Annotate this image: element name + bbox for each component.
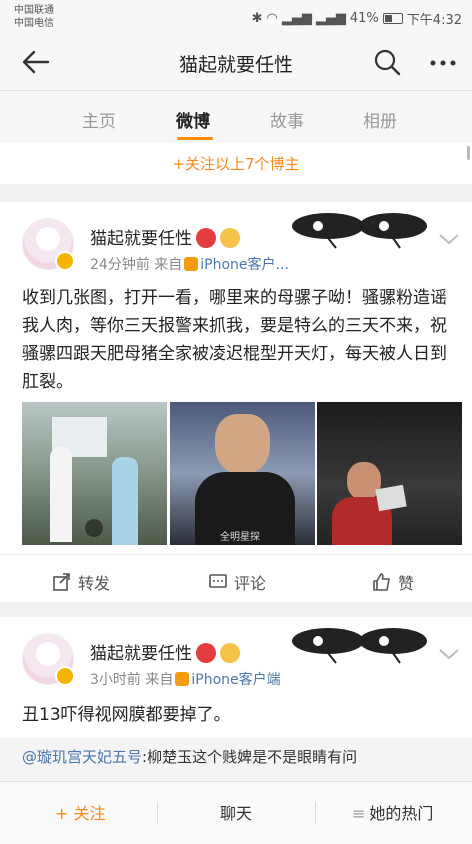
carrier-info: 中国联通 中国电信 bbox=[14, 4, 54, 30]
post-meta: 3小时前 来自 iPhone客户端 bbox=[90, 669, 281, 689]
fox-icon bbox=[175, 672, 190, 686]
avatar[interactable] bbox=[22, 218, 75, 271]
image-1-figure-2 bbox=[112, 457, 138, 545]
more-icon[interactable] bbox=[428, 48, 458, 78]
status-bar: 中国联通 中国电信 ✱ ◠ ▂▄▆ ▂▄▆ 41% 下午4:32 bbox=[0, 0, 472, 34]
decoration-sticker-icon bbox=[292, 213, 427, 249]
tab-home[interactable]: 主页 bbox=[82, 107, 116, 132]
divider bbox=[157, 802, 158, 824]
active-tab-indicator bbox=[177, 137, 213, 140]
repost-user[interactable]: @璇玑宫天妃五号 bbox=[22, 748, 142, 766]
tab-story[interactable]: 故事 bbox=[270, 107, 304, 132]
repost-icon bbox=[53, 573, 70, 591]
carrier-2: 中国电信 bbox=[14, 18, 54, 29]
fox-icon bbox=[184, 257, 199, 271]
scrollbar[interactable] bbox=[467, 146, 470, 160]
post-card: 猫起就要任性 24分钟前 来自 iPhone客户... 收到几张图，打开一看，哪里… bbox=[0, 202, 472, 602]
signal-2-icon: ▂▄▆ bbox=[315, 11, 346, 26]
list-icon: ≡ bbox=[352, 804, 366, 823]
follow-button[interactable]: + 关注 bbox=[55, 800, 106, 824]
username-text: 猫起就要任性 bbox=[90, 229, 192, 249]
from-label: 来自 bbox=[154, 257, 183, 273]
member-badge-icon bbox=[196, 228, 216, 248]
nav-bar: 猫起就要任性 bbox=[0, 34, 472, 91]
repost-line: @璇玑宫天妃五号:柳楚玉这个贱婢是不是眼睛有问 bbox=[22, 746, 357, 767]
bottom-action-bar: + 关注 聊天 ≡ 她的热门 bbox=[0, 781, 472, 844]
thumbs-up-icon bbox=[373, 573, 390, 591]
status-icons: ✱ ◠ ▂▄▆ ▂▄▆ 41% 下午4:32 bbox=[252, 9, 462, 28]
bluetooth-icon: ✱ bbox=[251, 11, 263, 26]
verified-badge bbox=[55, 666, 75, 686]
carrier-1: 中国联通 bbox=[14, 5, 54, 16]
level-badge-icon bbox=[220, 643, 240, 663]
chevron-down-icon[interactable] bbox=[438, 232, 460, 246]
post-source[interactable]: iPhone客户... bbox=[200, 257, 289, 273]
post-actions: 转发 评论 赞 bbox=[0, 554, 472, 607]
post-image-2[interactable]: 全明星探 bbox=[170, 402, 315, 545]
image-2-face bbox=[215, 414, 270, 474]
battery-icon bbox=[382, 13, 403, 24]
follow-strip-label: +关注以上7个博主 bbox=[172, 155, 300, 173]
hot-posts-button[interactable]: ≡ 她的热门 bbox=[352, 800, 433, 824]
image-3-paper bbox=[375, 484, 407, 512]
post-time: 24分钟前 bbox=[90, 257, 150, 273]
decoration-sticker-icon bbox=[292, 628, 427, 664]
profile-tabs: 主页 微博 故事 相册 bbox=[0, 91, 472, 143]
chat-button[interactable]: 聊天 bbox=[220, 800, 252, 824]
like-button[interactable]: 赞 bbox=[372, 570, 414, 594]
post-text: 收到几张图，打开一看，哪里来的母骡子呦！骚骡粉造谣我人肉，等你三天报警来抓我，要… bbox=[22, 288, 447, 392]
reposted-content[interactable]: @璇玑宫天妃五号:柳楚玉这个贱婢是不是眼睛有问 bbox=[0, 738, 472, 784]
repost-button[interactable]: 转发 bbox=[52, 570, 110, 594]
avatar[interactable] bbox=[22, 633, 75, 686]
post-username[interactable]: 猫起就要任性 bbox=[90, 224, 240, 249]
tab-album[interactable]: 相册 bbox=[363, 107, 397, 132]
post-image-3[interactable] bbox=[317, 402, 462, 545]
battery-percent: 41% bbox=[349, 11, 379, 26]
like-label: 赞 bbox=[398, 574, 415, 593]
post-username[interactable]: 猫起就要任性 bbox=[90, 639, 240, 664]
play-icon[interactable] bbox=[85, 519, 103, 537]
comment-icon bbox=[209, 574, 227, 588]
repost-text: :柳楚玉这个贱婢是不是眼睛有问 bbox=[142, 748, 358, 766]
wifi-icon: ◠ bbox=[266, 11, 278, 26]
comment-label: 评论 bbox=[234, 574, 267, 593]
member-badge-icon bbox=[196, 643, 216, 663]
comment-button[interactable]: 评论 bbox=[208, 570, 266, 594]
signal-icon: ▂▄▆ bbox=[281, 11, 312, 26]
chevron-down-icon[interactable] bbox=[438, 647, 460, 661]
post-time: 3小时前 bbox=[90, 672, 141, 688]
hot-posts-label: 她的热门 bbox=[369, 804, 434, 823]
post-image-1[interactable] bbox=[22, 402, 167, 545]
level-badge-icon bbox=[220, 228, 240, 248]
clock: 下午4:32 bbox=[406, 13, 462, 28]
tab-weibo[interactable]: 微博 bbox=[176, 107, 210, 132]
post-meta: 24分钟前 来自 iPhone客户... bbox=[90, 254, 289, 274]
username-text: 猫起就要任性 bbox=[90, 644, 192, 664]
verified-badge bbox=[55, 251, 75, 271]
from-label: 来自 bbox=[145, 672, 174, 688]
divider bbox=[315, 802, 316, 824]
image-2-watermark: 全明星探 bbox=[220, 532, 260, 543]
repost-label: 转发 bbox=[78, 574, 111, 593]
post-source[interactable]: iPhone客户端 bbox=[191, 672, 280, 688]
post-text: 丑13吓得视网膜都要掉了。 bbox=[22, 705, 231, 725]
search-icon[interactable] bbox=[372, 47, 402, 77]
follow-strip[interactable]: +关注以上7个博主 bbox=[0, 143, 472, 184]
image-1-figure-1 bbox=[50, 447, 72, 542]
